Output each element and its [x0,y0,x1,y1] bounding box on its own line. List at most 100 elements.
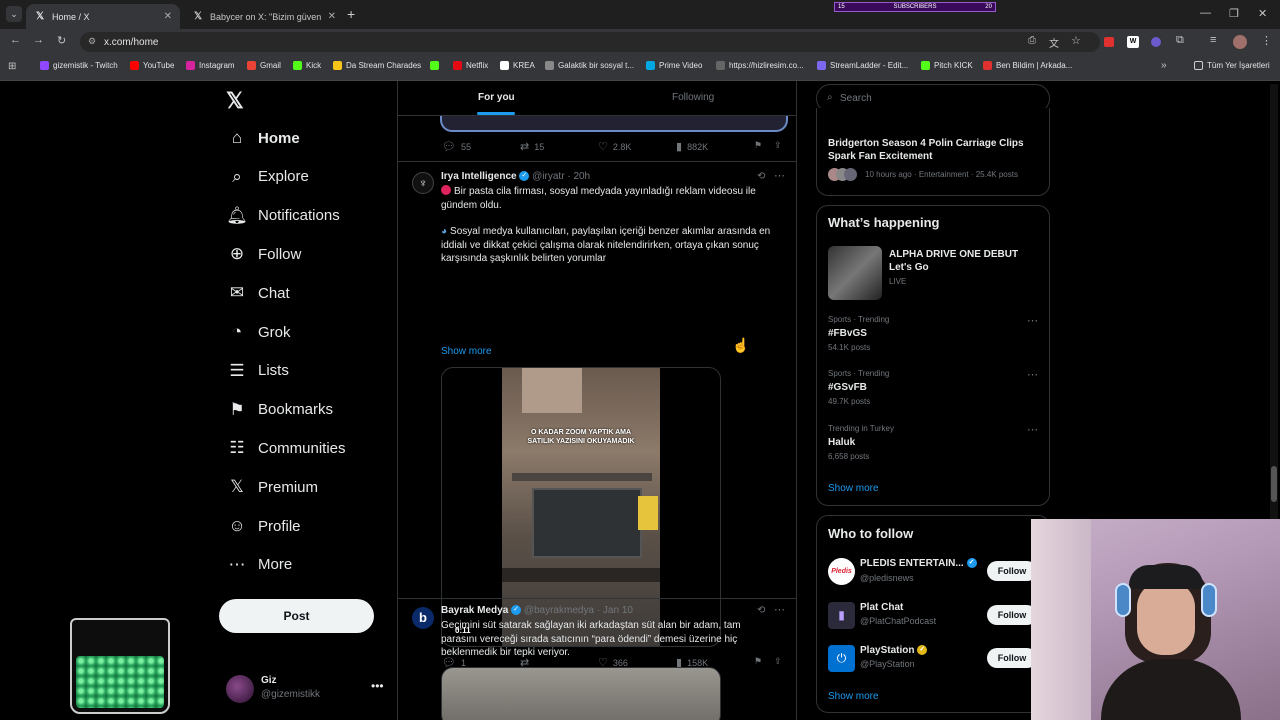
timestamp[interactable]: Jan 10 [603,605,633,616]
author-name[interactable]: Irya Intelligence [441,171,517,182]
follow-button[interactable]: Follow [987,561,1037,581]
extension-purple-icon[interactable] [1151,37,1161,47]
show-more-link[interactable]: Show more [828,483,879,494]
post-button[interactable]: Post [219,599,374,633]
pledis-avatar[interactable]: Pledis [828,558,855,585]
profile-avatar-icon[interactable] [1233,35,1247,49]
author-name[interactable]: Bayrak Medya [441,605,508,616]
bookmark-item[interactable]: Kick [293,61,321,70]
nav-home[interactable]: ⌂ Home [226,121,300,155]
apps-grid-icon[interactable]: ⊞ [8,61,16,72]
platchat-avatar[interactable]: ▮ [828,602,855,629]
bookmark-item[interactable]: Ben Bildim | Arkada... [983,61,1072,70]
more-options-icon[interactable]: ⋯ [1027,368,1038,381]
browser-menu-icon[interactable]: ⋮ [1261,34,1272,47]
search-input[interactable]: Search [840,93,872,104]
back-icon[interactable]: ← [10,34,21,46]
show-more-link[interactable]: Show more [441,346,492,357]
address-bar[interactable]: ⚙ x.com/home [80,32,1100,52]
tweet[interactable]: b Bayrak Medya ✓ @bayrakmedya · Jan 10 ⟲… [398,599,796,720]
bookmark-star-icon[interactable]: ☆ [1071,34,1081,47]
new-tab-button[interactable]: + [347,6,355,22]
translate-icon[interactable]: 文 [1049,35,1059,50]
more-options-icon[interactable]: ⋯ [1027,314,1038,327]
close-tab-icon[interactable]: ✕ [328,11,336,22]
more-options-icon[interactable]: ⋯ [1027,423,1038,436]
nav-explore[interactable]: ⌕ Explore [226,160,309,194]
more-options-icon[interactable]: ⋯ [774,169,785,182]
nav-follow[interactable]: ⊕ Follow [226,237,301,271]
site-info-icon[interactable]: ⚙ [88,36,96,47]
account-switcher[interactable]: Giz @gizemistikk ••• [226,673,396,705]
previous-media[interactable] [440,116,788,132]
avatar[interactable]: b [412,607,434,629]
like-button[interactable]: ♡ 2.8K [598,140,631,153]
nav-communities[interactable]: ☷ Communities [226,431,345,465]
scrollbar-thumb[interactable] [1271,466,1277,502]
more-options-icon[interactable]: ⋯ [774,603,785,616]
show-more-link[interactable]: Show more [828,691,879,702]
bookmark-item[interactable]: Netflix [453,61,488,70]
reply-button[interactable]: 💬︎ 55 [442,140,471,153]
reading-list-icon[interactable]: ≡ [1210,34,1216,46]
follow-button[interactable]: Follow [987,648,1037,668]
share-icon[interactable]: ⇪ [774,140,782,151]
x-logo-icon[interactable]: 𝕏 [226,88,244,114]
bookmark-item[interactable]: KREA [500,61,535,70]
bookmark-item[interactable]: Galaktik bir sosyal t... [545,61,634,70]
bookmark-icon[interactable]: ⚑ [754,140,762,151]
account-name[interactable]: PlayStation ✓ [860,645,928,656]
grok-icon[interactable]: ⟲ [757,171,765,182]
tab-for-you[interactable]: For you [478,92,515,103]
tweet[interactable]: ♆ Irya Intelligence ✓ @iryatr · 20h ⟲ ⋯ … [398,162,796,669]
more-bookmarks-icon[interactable]: » [1161,60,1167,71]
follow-button[interactable]: Follow [987,605,1037,625]
window-close-button[interactable]: ✕ [1258,7,1267,20]
trend-name[interactable]: #FBvGS [828,328,867,339]
views-button[interactable]: ▮ 882K [676,140,708,153]
bookmark-item[interactable]: Da Stream Charades [333,61,421,70]
nav-chat[interactable]: ✉ Chat [226,276,290,310]
nav-lists[interactable]: ☰ Lists [226,354,288,388]
author-handle[interactable]: @iryatr [532,171,564,182]
bookmark-item[interactable]: StreamLadder - Edit... [817,61,908,70]
bookmark-item[interactable]: Pitch KICK [921,61,973,70]
close-tab-icon[interactable]: ✕ [164,11,172,22]
maximize-button[interactable]: ❐ [1229,7,1239,20]
playstation-avatar[interactable]: ⏻ [828,645,855,672]
bookmark-item[interactable]: YouTube [130,61,174,70]
timestamp[interactable]: 20h [573,171,590,182]
tab-search-button[interactable]: ⌄ [6,6,22,22]
tab-home[interactable]: 𝕏 Home / X ✕ [26,4,180,29]
nav-bookmarks[interactable]: ⚑ Bookmarks [226,393,333,427]
trend-name[interactable]: Haluk [828,437,855,448]
nav-premium[interactable]: 𝕏 Premium [226,470,318,504]
author-handle[interactable]: @bayrakmedya [524,605,594,616]
minimize-button[interactable]: — [1200,7,1211,19]
bookmark-item[interactable]: gizemistik - Twitch [40,61,118,70]
account-name[interactable]: Plat Chat [860,602,903,613]
trend-name[interactable]: #GSvFB [828,382,867,393]
bookmark-item[interactable]: Instagram [186,61,235,70]
extension-w-icon[interactable]: W [1127,36,1139,48]
nav-more[interactable]: ⋯ More [226,548,293,582]
avatar[interactable]: ♆ [412,172,434,194]
nav-notifications[interactable]: 🔔︎ Notifications [226,199,340,233]
bookmark-item[interactable]: https://hizliresim.co... [716,61,804,70]
install-app-icon[interactable]: ⎙ [1028,35,1036,46]
tab-following[interactable]: Following [672,92,714,103]
bookmark-item[interactable]: Gmail [247,61,281,70]
nav-grok[interactable]: ◔ Grok [226,315,291,349]
all-bookmarks-folder[interactable]: Tüm Yer İşaretleri [1194,61,1270,70]
nav-profile[interactable]: ☺ Profile [226,509,300,543]
bookmark-item[interactable] [430,61,443,70]
account-name[interactable]: PLEDIS ENTERTAIN... ✓ [860,558,977,569]
tab-babycer[interactable]: 𝕏 Babycer on X: "Bizim güven yer ✕ [184,4,344,29]
repost-button[interactable]: ⇄ 15 [520,140,544,153]
extensions-icon[interactable]: ⧉ [1176,34,1184,47]
tweet-media[interactable] [441,667,721,720]
reload-icon[interactable]: ↻ [57,34,66,47]
extension-red-icon[interactable] [1104,37,1114,47]
live-thumbnail[interactable] [828,246,882,300]
live-title[interactable]: ALPHA DRIVE ONE DEBUT Let's Go [889,248,1039,274]
